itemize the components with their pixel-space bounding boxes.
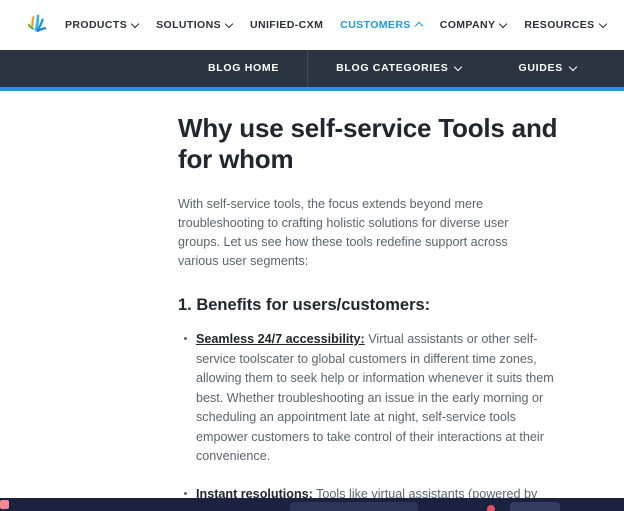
- nav-item-products[interactable]: PRODUCTS: [65, 19, 139, 31]
- chevron-down-icon[interactable]: [570, 64, 577, 71]
- blog-navigation-bar: BLOG HOME BLOG CATEGORIES GUIDES GLOSSAR…: [0, 50, 624, 91]
- blog-nav-items: BLOG HOME BLOG CATEGORIES GUIDES GLOSSAR…: [0, 50, 624, 87]
- subnav-item-label: BLOG CATEGORIES: [336, 62, 449, 74]
- chevron-up-icon[interactable]: [416, 21, 423, 28]
- chevron-down-icon[interactable]: [455, 64, 462, 71]
- nav-item-company[interactable]: COMPANY: [440, 19, 508, 31]
- benefit-body-text: Virtual assistants or other self-service…: [196, 332, 554, 463]
- subnav-item-blog-categories[interactable]: BLOG CATEGORIES: [308, 50, 490, 87]
- subnav-item-blog-home[interactable]: BLOG HOME: [180, 50, 307, 87]
- chevron-down-icon[interactable]: [132, 21, 139, 28]
- subnav-item-glossary[interactable]: GLOSSARY: [605, 50, 624, 87]
- article-intro-paragraph: With self-service tools, the focus exten…: [178, 197, 509, 268]
- overlay-notification-dot: [487, 505, 495, 511]
- nav-item-unified-cxm[interactable]: UNIFIED-CXM: [250, 19, 323, 31]
- page-title: Why use self-service Tools and for whom: [178, 113, 558, 174]
- page-root: PRODUCTS SOLUTIONS UNIFIED-CXM CUSTOMERS…: [0, 0, 624, 511]
- nav-item-label: COMPANY: [439, 19, 496, 31]
- subnav-item-label: BLOG HOME: [208, 62, 280, 74]
- subnav-item-guides[interactable]: GUIDES: [490, 50, 604, 87]
- bottom-overlay-banner[interactable]: [0, 498, 624, 511]
- article-content: Why use self-service Tools and for whom …: [0, 91, 624, 511]
- chevron-down-icon[interactable]: [500, 21, 507, 28]
- benefit-lead-label: Seamless 24/7 accessibility:: [196, 332, 365, 346]
- primary-navigation-bar: PRODUCTS SOLUTIONS UNIFIED-CXM CUSTOMERS…: [0, 0, 624, 50]
- nav-item-solutions[interactable]: SOLUTIONS: [156, 19, 233, 31]
- chevron-down-icon[interactable]: [226, 21, 233, 28]
- overlay-button[interactable]: [510, 502, 560, 511]
- nav-item-label: SOLUTIONS: [156, 19, 221, 31]
- nav-item-resources[interactable]: RESOURCES: [524, 19, 606, 31]
- nav-item-label: PRODUCTS: [65, 19, 128, 31]
- nav-item-label: UNIFIED-CXM: [249, 19, 324, 31]
- benefits-list: Seamless 24/7 accessibility: Virtual ass…: [178, 330, 564, 511]
- sprinklr-splash-logo-icon[interactable]: [25, 12, 51, 38]
- overlay-card[interactable]: [290, 502, 418, 511]
- nav-item-customers[interactable]: CUSTOMERS: [340, 19, 423, 31]
- subnav-item-label: GUIDES: [518, 62, 563, 74]
- list-item: Seamless 24/7 accessibility: Virtual ass…: [184, 330, 564, 467]
- overlay-accent-shape: [0, 500, 9, 509]
- nav-item-label: RESOURCES: [524, 19, 595, 31]
- nav-item-label: CUSTOMERS: [340, 19, 411, 31]
- section-heading-benefits: 1. Benefits for users/customers:: [178, 296, 431, 314]
- chevron-down-icon[interactable]: [600, 21, 607, 28]
- primary-nav-items: PRODUCTS SOLUTIONS UNIFIED-CXM CUSTOMERS…: [65, 19, 607, 31]
